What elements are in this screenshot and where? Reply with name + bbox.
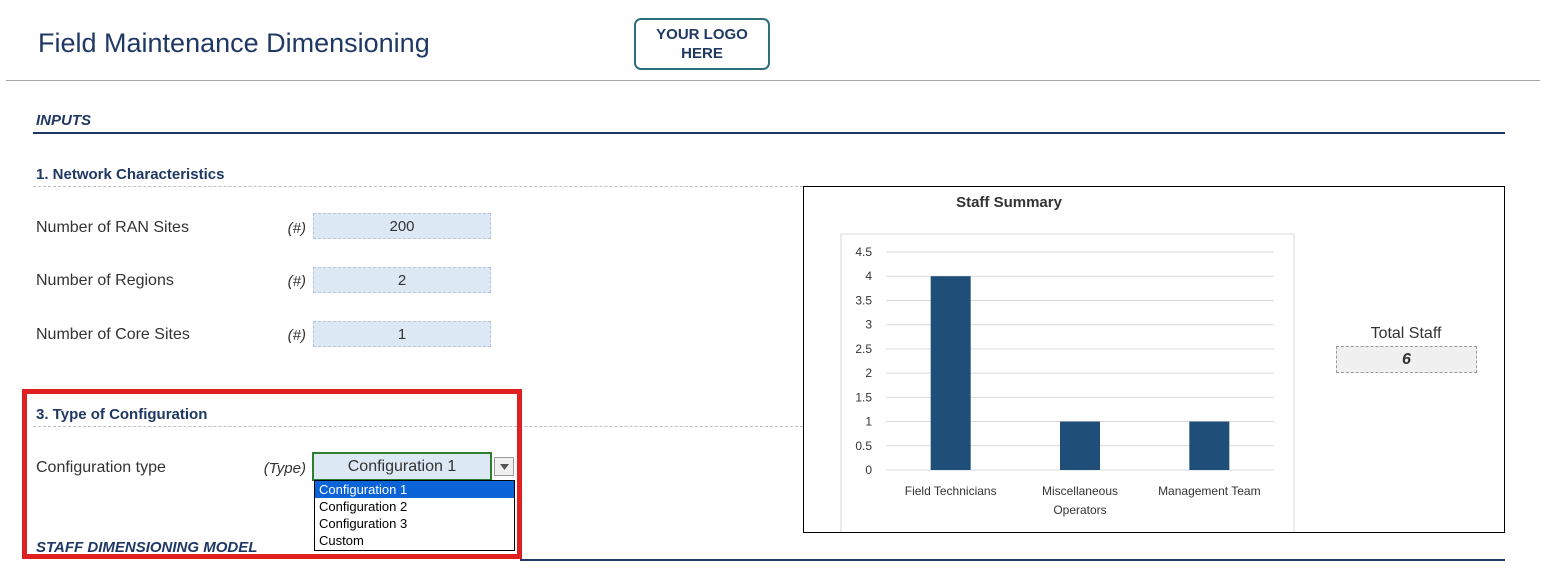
- logo-text: YOUR LOGO HERE: [656, 26, 748, 62]
- y-tick-label: 4.5: [855, 245, 872, 259]
- page-title: Field Maintenance Dimensioning: [38, 28, 430, 58]
- highlight-box: [22, 389, 522, 559]
- header-divider: [6, 80, 1540, 81]
- chart-y-ticks: 0 0.5 1 1.5 2 2.5 3 3.5 4 4.5: [855, 245, 872, 477]
- y-tick-label: 3.5: [855, 293, 872, 307]
- y-tick-label: 2.5: [855, 342, 872, 356]
- chart-x-labels: Field Technicians Miscellaneous Operators M…: [905, 484, 1261, 517]
- bar-field-technicians: [930, 276, 971, 470]
- bar-miscellaneous-operators: [1060, 421, 1100, 470]
- ran-sites-input[interactable]: 200: [313, 213, 491, 239]
- regions-unit: (#): [287, 273, 306, 290]
- network-dotted-divider: [33, 186, 803, 187]
- x-category-label: Miscellaneous Operators: [1042, 484, 1118, 517]
- network-characteristics-title: 1. Network Characteristics: [36, 166, 225, 183]
- y-tick-label: 1.5: [855, 390, 872, 404]
- regions-label: Number of Regions: [36, 272, 174, 289]
- regions-input[interactable]: 2: [313, 267, 491, 293]
- bar-management-team: [1189, 421, 1230, 470]
- y-tick-label: 0.5: [855, 439, 872, 453]
- ran-sites-unit: (#): [287, 220, 306, 237]
- inputs-section-divider: [33, 132, 1505, 134]
- core-sites-label: Number of Core Sites: [36, 326, 190, 343]
- chart-title: Staff Summary: [956, 194, 1063, 211]
- ran-sites-label: Number of RAN Sites: [36, 219, 189, 236]
- total-staff-label: Total Staff: [1370, 325, 1442, 342]
- logo-placeholder: YOUR LOGO HERE: [634, 18, 770, 70]
- x-category-label: Management Team: [1158, 484, 1261, 498]
- y-tick-label: 3: [865, 318, 872, 332]
- y-tick-label: 1: [865, 415, 872, 429]
- y-tick-label: 4: [865, 269, 872, 283]
- y-tick-label: 2: [865, 366, 872, 380]
- inputs-section-title: INPUTS: [36, 112, 92, 129]
- x-category-label: Field Technicians: [905, 484, 997, 498]
- core-sites-input[interactable]: 1: [313, 321, 491, 347]
- y-tick-label: 0: [865, 463, 872, 477]
- core-sites-unit: (#): [287, 327, 306, 344]
- staff-model-section-divider: [520, 559, 1505, 561]
- total-staff-value: 6: [1336, 346, 1477, 373]
